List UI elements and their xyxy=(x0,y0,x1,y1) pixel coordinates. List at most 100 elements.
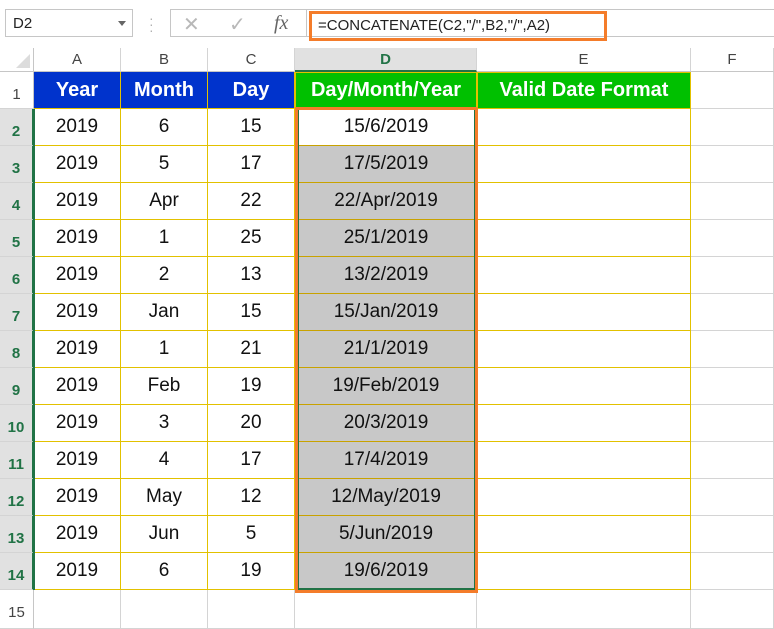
header-cell-valid-date-format[interactable]: Valid Date Format xyxy=(477,72,691,109)
cell-f[interactable] xyxy=(691,368,774,405)
row-header-14[interactable]: 14 xyxy=(0,553,34,590)
cell-valid-date-format[interactable] xyxy=(477,294,691,331)
cell-row-15[interactable] xyxy=(34,590,121,629)
drag-handle-icon[interactable]: · · · xyxy=(149,11,154,37)
cell-year[interactable]: 2019 xyxy=(34,146,121,183)
row-header-7[interactable]: 7 xyxy=(0,294,34,331)
cell-day[interactable]: 15 xyxy=(208,294,295,331)
cell-month[interactable]: 3 xyxy=(121,405,208,442)
cell-day[interactable]: 21 xyxy=(208,331,295,368)
cell-day-month-year[interactable]: 21/1/2019 xyxy=(295,331,477,368)
cell-f[interactable] xyxy=(691,442,774,479)
cell-valid-date-format[interactable] xyxy=(477,516,691,553)
row-header-4[interactable]: 4 xyxy=(0,183,34,220)
header-cell-year[interactable]: Year xyxy=(34,72,121,109)
row-header-9[interactable]: 9 xyxy=(0,368,34,405)
cell-month[interactable]: Jan xyxy=(121,294,208,331)
chevron-down-icon[interactable] xyxy=(118,21,126,26)
cell-month[interactable]: 6 xyxy=(121,109,208,146)
row-header-1[interactable]: 1 xyxy=(0,72,34,109)
cell-year[interactable]: 2019 xyxy=(34,405,121,442)
cell-year[interactable]: 2019 xyxy=(34,257,121,294)
cell-f[interactable] xyxy=(691,183,774,220)
cell-month[interactable]: 4 xyxy=(121,442,208,479)
cell-day[interactable]: 20 xyxy=(208,405,295,442)
cell-valid-date-format[interactable] xyxy=(477,405,691,442)
cell-month[interactable]: Apr xyxy=(121,183,208,220)
cell-year[interactable]: 2019 xyxy=(34,294,121,331)
row-header-11[interactable]: 11 xyxy=(0,442,34,479)
cell-valid-date-format[interactable] xyxy=(477,368,691,405)
cell-f[interactable] xyxy=(691,479,774,516)
cell-day[interactable]: 19 xyxy=(208,553,295,590)
cell-f[interactable] xyxy=(691,331,774,368)
cell-row-15[interactable] xyxy=(121,590,208,629)
cell-month[interactable]: 6 xyxy=(121,553,208,590)
cell-valid-date-format[interactable] xyxy=(477,257,691,294)
cell-year[interactable]: 2019 xyxy=(34,109,121,146)
column-header-b[interactable]: B xyxy=(121,48,208,72)
cell-year[interactable]: 2019 xyxy=(34,331,121,368)
column-header-a[interactable]: A xyxy=(34,48,121,72)
cell-day-month-year[interactable]: 13/2/2019 xyxy=(295,257,477,294)
cell-row-15[interactable] xyxy=(208,590,295,629)
cell-day-month-year[interactable]: 17/4/2019 xyxy=(295,442,477,479)
cell-day-month-year[interactable]: 19/6/2019 xyxy=(295,553,477,590)
insert-function-icon[interactable]: fx xyxy=(274,12,288,35)
cell-valid-date-format[interactable] xyxy=(477,109,691,146)
header-cell-day[interactable]: Day xyxy=(208,72,295,109)
cell-month[interactable]: May xyxy=(121,479,208,516)
cell-valid-date-format[interactable] xyxy=(477,220,691,257)
column-header-c[interactable]: C xyxy=(208,48,295,72)
row-header-13[interactable]: 13 xyxy=(0,516,34,553)
column-header-d[interactable]: D xyxy=(295,48,477,72)
cell-day-month-year[interactable]: 25/1/2019 xyxy=(295,220,477,257)
row-header-15[interactable]: 15 xyxy=(0,590,34,629)
cell-valid-date-format[interactable] xyxy=(477,146,691,183)
cell-row-15[interactable] xyxy=(477,590,691,629)
cell-day[interactable]: 17 xyxy=(208,442,295,479)
cancel-icon[interactable]: ✕ xyxy=(183,12,200,37)
select-all-button[interactable] xyxy=(0,48,34,72)
cell-day[interactable]: 19 xyxy=(208,368,295,405)
cell-year[interactable]: 2019 xyxy=(34,183,121,220)
cell-day-month-year[interactable]: 17/5/2019 xyxy=(295,146,477,183)
formula-input[interactable]: =CONCATENATE(C2,"/",B2,"/",A2) xyxy=(309,11,607,41)
row-header-8[interactable]: 8 xyxy=(0,331,34,368)
cell-valid-date-format[interactable] xyxy=(477,442,691,479)
cell-month[interactable]: 1 xyxy=(121,220,208,257)
row-header-12[interactable]: 12 xyxy=(0,479,34,516)
row-header-6[interactable]: 6 xyxy=(0,257,34,294)
cell-f[interactable] xyxy=(691,516,774,553)
cell-day[interactable]: 17 xyxy=(208,146,295,183)
cell-month[interactable]: 2 xyxy=(121,257,208,294)
cell-day[interactable]: 12 xyxy=(208,479,295,516)
row-header-3[interactable]: 3 xyxy=(0,146,34,183)
enter-icon[interactable]: ✓ xyxy=(229,12,246,37)
cell-day-month-year[interactable]: 20/3/2019 xyxy=(295,405,477,442)
cell-month[interactable]: 5 xyxy=(121,146,208,183)
cell-day[interactable]: 25 xyxy=(208,220,295,257)
row-header-5[interactable]: 5 xyxy=(0,220,34,257)
cell-day-month-year[interactable]: 15/Jan/2019 xyxy=(295,294,477,331)
cell-f[interactable] xyxy=(691,553,774,590)
cell-f[interactable] xyxy=(691,146,774,183)
cell-valid-date-format[interactable] xyxy=(477,553,691,590)
cell-day-month-year[interactable]: 12/May/2019 xyxy=(295,479,477,516)
cell-year[interactable]: 2019 xyxy=(34,368,121,405)
cell-day[interactable]: 15 xyxy=(208,109,295,146)
cell-f[interactable] xyxy=(691,294,774,331)
cell-month[interactable]: Feb xyxy=(121,368,208,405)
cell-valid-date-format[interactable] xyxy=(477,183,691,220)
header-cell-day-month-year[interactable]: Day/Month/Year xyxy=(295,72,477,109)
cell-f[interactable] xyxy=(691,109,774,146)
row-header-2[interactable]: 2 xyxy=(0,109,34,146)
cell-month[interactable]: 1 xyxy=(121,331,208,368)
column-header-e[interactable]: E xyxy=(477,48,691,72)
header-cell-month[interactable]: Month xyxy=(121,72,208,109)
cell-day[interactable]: 22 xyxy=(208,183,295,220)
cell-f[interactable] xyxy=(691,405,774,442)
cell-year[interactable]: 2019 xyxy=(34,479,121,516)
cell-f[interactable] xyxy=(691,220,774,257)
cell-year[interactable]: 2019 xyxy=(34,516,121,553)
